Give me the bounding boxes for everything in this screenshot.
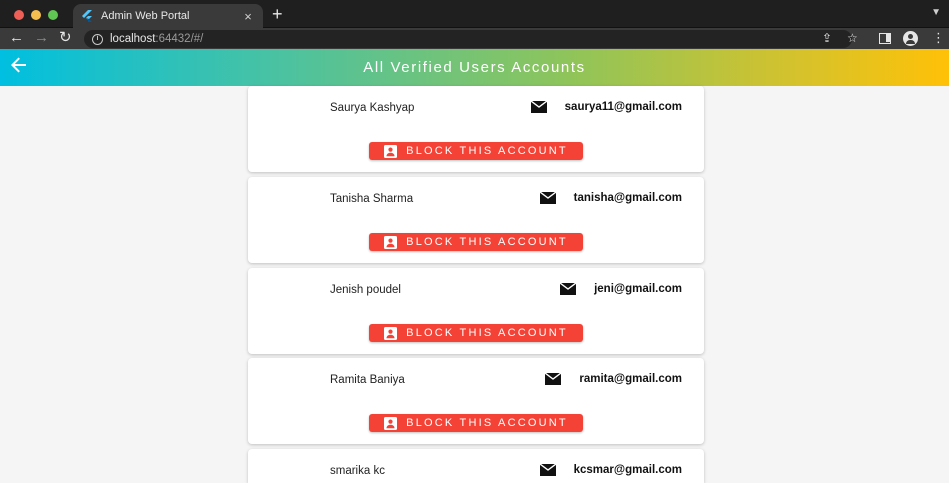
block-account-button[interactable]: BLOCK THIS ACCOUNT: [369, 233, 583, 251]
app-bar: All Verified Users Accounts: [0, 49, 949, 86]
account-box-icon: [384, 144, 398, 158]
profile-avatar-icon[interactable]: [903, 31, 918, 46]
user-name: Jenish poudel: [330, 284, 401, 296]
user-email-row: kcsmar@gmail.com: [539, 464, 682, 476]
bookmark-star-icon[interactable]: ☆: [847, 31, 858, 45]
tab-close-icon[interactable]: ×: [241, 10, 255, 23]
mail-icon: [539, 192, 556, 204]
block-account-label: BLOCK THIS ACCOUNT: [406, 145, 568, 157]
user-name: smarika kc: [330, 465, 385, 477]
close-window-button[interactable]: [14, 10, 24, 20]
new-tab-button[interactable]: +: [272, 5, 283, 23]
block-account-label: BLOCK THIS ACCOUNT: [406, 417, 568, 429]
mail-icon: [539, 464, 556, 476]
flutter-icon: [82, 10, 92, 22]
user-name: Saurya Kashyap: [330, 102, 415, 114]
site-info-icon[interactable]: i: [92, 33, 103, 45]
user-card: Ramita Baniya ramita@gmail.com BLOCK THI…: [248, 358, 704, 444]
block-account-label: BLOCK THIS ACCOUNT: [406, 236, 568, 248]
user-email-row: jeni@gmail.com: [560, 283, 682, 295]
tab-title: Admin Web Portal: [101, 10, 190, 22]
user-email-row: ramita@gmail.com: [545, 373, 682, 385]
user-email: jeni@gmail.com: [594, 283, 682, 295]
mail-icon: [545, 373, 562, 385]
block-account-button[interactable]: BLOCK THIS ACCOUNT: [369, 142, 583, 160]
user-card: Saurya Kashyap saurya11@gmail.com BLOCK …: [248, 86, 704, 172]
mail-icon: [560, 283, 577, 295]
account-box-icon: [384, 235, 398, 249]
share-icon[interactable]: ⇪: [822, 31, 832, 45]
account-box-icon: [384, 416, 398, 430]
user-card: Tanisha Sharma tanisha@gmail.com BLOCK T…: [248, 177, 704, 263]
user-email: saurya11@gmail.com: [564, 101, 682, 113]
user-email: ramita@gmail.com: [579, 373, 682, 385]
browser-menu-icon[interactable]: ⋮: [932, 31, 945, 45]
url-text: localhost:64432/#/: [110, 33, 204, 45]
minimize-window-button[interactable]: [31, 10, 41, 20]
account-box-icon: [384, 326, 398, 340]
arrow-back-icon[interactable]: [11, 57, 27, 78]
maximize-window-button[interactable]: [48, 10, 58, 20]
user-email-row: tanisha@gmail.com: [539, 192, 682, 204]
tab-admin-web-portal[interactable]: Admin Web Portal ×: [73, 4, 263, 28]
address-bar[interactable]: i localhost:64432/#/: [84, 30, 852, 48]
browser-reload-icon[interactable]: ↻: [59, 29, 72, 47]
user-email-row: saurya11@gmail.com: [530, 101, 682, 113]
side-panel-icon[interactable]: [879, 33, 891, 44]
user-email: kcsmar@gmail.com: [573, 464, 682, 476]
block-account-button[interactable]: BLOCK THIS ACCOUNT: [369, 324, 583, 342]
browser-forward-icon[interactable]: →: [34, 29, 49, 47]
browser-back-icon[interactable]: ←: [9, 29, 24, 47]
user-name: Ramita Baniya: [330, 374, 405, 386]
mail-icon: [530, 101, 547, 113]
block-account-label: BLOCK THIS ACCOUNT: [406, 327, 568, 339]
browser-titlebar: Admin Web Portal × + ▼: [0, 0, 949, 28]
user-name: Tanisha Sharma: [330, 193, 414, 205]
user-card: Jenish poudel jeni@gmail.com BLOCK THIS …: [248, 268, 704, 354]
user-email: tanisha@gmail.com: [573, 192, 682, 204]
page-title: All Verified Users Accounts: [363, 59, 586, 76]
user-card: smarika kc kcsmar@gmail.com: [248, 449, 704, 483]
block-account-button[interactable]: BLOCK THIS ACCOUNT: [369, 414, 583, 432]
tab-search-chevron-icon[interactable]: ▼: [931, 7, 941, 18]
browser-toolbar: ← → ↻ i localhost:64432/#/ ⇪ ☆ ⋮: [0, 28, 949, 49]
